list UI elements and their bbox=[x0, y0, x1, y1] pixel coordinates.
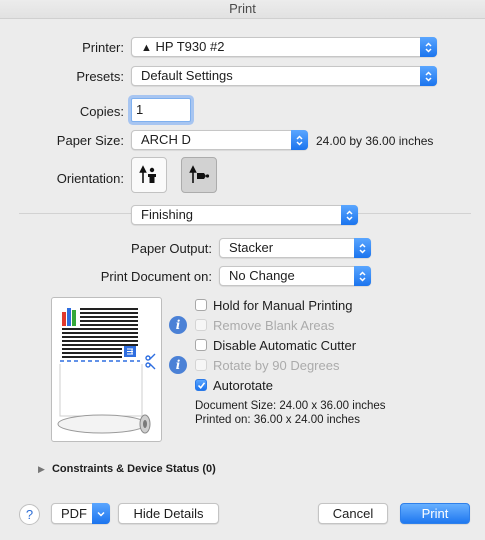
paper-output-popup[interactable]: Stacker bbox=[219, 238, 371, 258]
printed-on-text: Printed on: 36.00 x 24.00 inches bbox=[195, 414, 360, 426]
portrait-icon bbox=[139, 165, 156, 183]
popup-stepper-icon bbox=[354, 238, 371, 258]
copies-field[interactable]: 1 bbox=[131, 98, 191, 122]
constraints-disclosure[interactable]: ▶ Constraints & Device Status (0) bbox=[38, 463, 216, 475]
presets-value: Default Settings bbox=[141, 68, 233, 83]
print-preview bbox=[51, 297, 162, 442]
printer-label: Printer: bbox=[82, 40, 124, 55]
paper-size-label: Paper Size: bbox=[56, 133, 124, 148]
printer-popup[interactable]: ▲ HP T930 #2 bbox=[131, 37, 437, 57]
document-size-text: Document Size: 24.00 x 36.00 inches bbox=[195, 400, 386, 412]
rotate-90-checkbox[interactable]: Rotate by 90 Degrees bbox=[195, 356, 339, 374]
orientation-landscape-button[interactable] bbox=[181, 157, 217, 193]
paper-size-value: ARCH D bbox=[141, 132, 191, 147]
autorotate-checkbox[interactable]: Autorotate bbox=[195, 376, 273, 394]
print-document-on-label: Print Document on: bbox=[100, 269, 212, 284]
orientation-label: Orientation: bbox=[56, 171, 124, 186]
checkmark-icon bbox=[197, 381, 205, 389]
presets-popup[interactable]: Default Settings bbox=[131, 66, 437, 86]
section-value: Finishing bbox=[141, 207, 194, 222]
popup-stepper-icon bbox=[420, 66, 437, 86]
popup-stepper-icon bbox=[354, 266, 371, 286]
cancel-button[interactable]: Cancel bbox=[318, 503, 388, 524]
hide-details-button[interactable]: Hide Details bbox=[118, 503, 219, 524]
presets-label: Presets: bbox=[76, 69, 124, 84]
paper-size-popup[interactable]: ARCH D bbox=[131, 130, 308, 150]
popup-stepper-icon bbox=[341, 205, 358, 225]
section-popup[interactable]: Finishing bbox=[131, 205, 358, 225]
remove-blank-areas-checkbox[interactable]: Remove Blank Areas bbox=[195, 316, 334, 334]
popup-stepper-icon bbox=[291, 130, 308, 150]
help-button[interactable]: ? bbox=[19, 504, 40, 525]
chevron-down-icon bbox=[92, 503, 110, 524]
orientation-portrait-button[interactable] bbox=[131, 157, 167, 193]
paper-output-label: Paper Output: bbox=[131, 241, 212, 256]
warning-icon: ▲ bbox=[141, 42, 152, 54]
info-icon[interactable]: i bbox=[169, 356, 187, 374]
paper-size-dimensions: 24.00 by 36.00 inches bbox=[316, 134, 434, 148]
constraints-label: Constraints & Device Status (0) bbox=[51, 463, 216, 475]
pdf-menu-button[interactable]: PDF bbox=[51, 503, 110, 524]
pdf-label: PDF bbox=[61, 506, 87, 521]
disable-automatic-cutter-checkbox[interactable]: Disable Automatic Cutter bbox=[195, 336, 356, 354]
roll-preview-graphic bbox=[57, 308, 156, 434]
window-title: Print bbox=[0, 0, 485, 19]
print-document-on-popup[interactable]: No Change bbox=[219, 266, 371, 286]
info-icon[interactable]: i bbox=[169, 316, 187, 334]
print-document-on-value: No Change bbox=[229, 268, 295, 283]
popup-stepper-icon bbox=[420, 37, 437, 57]
disclosure-triangle-icon: ▶ bbox=[38, 464, 45, 474]
hold-manual-printing-checkbox[interactable]: Hold for Manual Printing bbox=[195, 296, 352, 314]
scissors-icon bbox=[145, 353, 156, 370]
copies-label: Copies: bbox=[79, 104, 124, 119]
print-button[interactable]: Print bbox=[400, 503, 470, 524]
paper-output-value: Stacker bbox=[229, 240, 274, 255]
landscape-icon bbox=[189, 165, 210, 183]
printer-value: HP T930 #2 bbox=[155, 39, 225, 54]
